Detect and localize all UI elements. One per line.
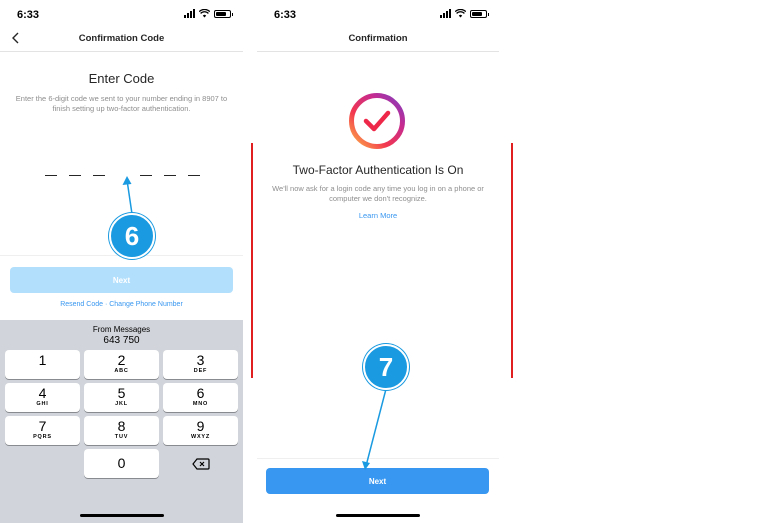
signal-icon: [184, 9, 195, 18]
backspace-icon: [191, 457, 210, 470]
key-9[interactable]: 9 WXYZ: [163, 416, 238, 445]
key-0[interactable]: 0: [84, 449, 159, 478]
nav-title: Confirmation Code: [78, 33, 165, 44]
code-digit-slot[interactable]: [93, 162, 106, 176]
status-icons: [440, 9, 489, 18]
resend-code-link[interactable]: Resend Code: [60, 301, 103, 308]
change-phone-link[interactable]: Change Phone Number: [109, 301, 183, 308]
status-bar: 6:33: [0, 0, 243, 28]
code-input[interactable]: [45, 162, 200, 176]
suggestion-label: From Messages: [92, 325, 151, 334]
status-time: 6:33: [274, 9, 297, 21]
key-7[interactable]: 7 PQRS: [5, 416, 80, 445]
red-marker-line-left: [251, 143, 253, 378]
confirmation-text: We'll now ask for a login code any time …: [272, 184, 484, 203]
divider: [257, 458, 499, 459]
nav-title: Confirmation: [348, 33, 408, 44]
battery-icon: [214, 9, 233, 18]
numeric-keyboard: From Messages 643 750 1 2 ABC 3 DEF 4 GHI 5…: [0, 320, 243, 523]
code-links: Resend Code · Change Phone Number: [0, 301, 243, 308]
learn-more-link[interactable]: Learn More: [257, 211, 499, 220]
step-6-badge: 6: [109, 213, 155, 259]
key-5[interactable]: 5 JKL: [84, 383, 159, 412]
two-factor-confirmation-screen: 6:33 Confirmation Two-Factor Authenticat…: [257, 0, 499, 523]
next-button[interactable]: Next: [266, 468, 489, 494]
key-2[interactable]: 2 ABC: [84, 350, 159, 379]
checkmark-circle-icon: [349, 93, 405, 149]
key-8[interactable]: 8 TUV: [84, 416, 159, 445]
key-4[interactable]: 4 GHI: [5, 383, 80, 412]
step-7-badge: 7: [363, 344, 409, 390]
code-digit-slot[interactable]: [163, 162, 176, 176]
next-button-disabled[interactable]: Next: [10, 267, 233, 293]
code-group-gap: [117, 162, 127, 176]
code-digit-slot[interactable]: [139, 162, 152, 176]
red-marker-line-right: [511, 143, 513, 378]
nav-bar: Confirmation Code: [0, 28, 243, 52]
battery-icon: [470, 9, 489, 18]
confirmation-heading: Two-Factor Authentication Is On: [292, 163, 464, 177]
key-1[interactable]: 1: [5, 350, 80, 379]
home-indicator: [336, 514, 420, 517]
status-icons: [184, 9, 233, 18]
code-digit-slot[interactable]: [187, 162, 200, 176]
key-3[interactable]: 3 DEF: [163, 350, 238, 379]
signal-icon: [440, 9, 451, 18]
wifi-icon: [199, 9, 210, 18]
wifi-icon: [455, 9, 466, 18]
status-time: 6:33: [17, 9, 40, 21]
code-suggestion[interactable]: From Messages 643 750: [0, 325, 243, 346]
nav-bar: Confirmation: [257, 28, 499, 52]
code-digit-slot[interactable]: [45, 162, 57, 176]
page-heading: Enter Code: [88, 71, 155, 86]
home-indicator: [79, 514, 164, 517]
instruction-text: Enter the 6-digit code we sent to your n…: [15, 94, 228, 113]
confirmation-code-screen: 6:33 Confirmation Code Enter Code Enter …: [0, 0, 243, 523]
code-digit-slot[interactable]: [69, 162, 82, 176]
suggestion-code: 643 750: [103, 335, 140, 346]
delete-key[interactable]: [163, 449, 238, 478]
status-bar: 6:33: [257, 0, 499, 28]
key-6[interactable]: 6 MNO: [163, 383, 238, 412]
